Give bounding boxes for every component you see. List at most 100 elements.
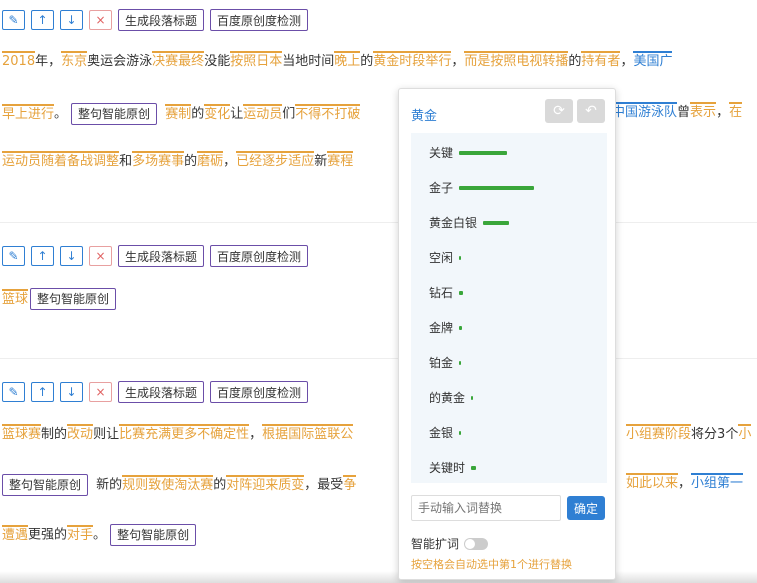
move-down-button[interactable]: ↓ [60, 246, 83, 266]
move-down-button[interactable]: ↓ [60, 382, 83, 402]
baidu-check-button[interactable]: 百度原创度检测 [210, 381, 309, 403]
word[interactable]: 而是 [464, 51, 491, 69]
word[interactable]: 比赛 [119, 424, 146, 442]
edit-button[interactable]: ✎ [2, 382, 25, 402]
word[interactable]: 表示 [690, 102, 717, 120]
word[interactable]: 多场 [132, 151, 159, 169]
word[interactable]: 逐步 [262, 151, 289, 169]
word[interactable]: 日本 [256, 51, 283, 69]
word[interactable]: 对手 [67, 524, 94, 543]
move-up-button[interactable]: ↑ [31, 246, 54, 266]
word[interactable]: 转播 [542, 51, 569, 69]
toggle-switch[interactable] [464, 537, 489, 550]
word[interactable]: 公 [340, 424, 354, 442]
word[interactable]: 篮球 [2, 288, 29, 307]
word[interactable]: 东京 [61, 51, 88, 69]
baidu-check-button[interactable]: 百度原创度检测 [210, 245, 309, 267]
word[interactable]: 美国广 [633, 51, 673, 69]
word[interactable]: 黄金 [373, 51, 400, 69]
word[interactable]: 赛程 [327, 151, 354, 169]
word[interactable]: 国际 [288, 424, 315, 442]
smart-original-button[interactable]: 整句智能原创 [110, 524, 197, 546]
move-up-button[interactable]: ↑ [31, 10, 54, 30]
synonym-item[interactable]: 黄金白银 [429, 214, 510, 231]
delete-button[interactable]: × [89, 382, 112, 402]
manual-replace-input[interactable] [411, 495, 561, 521]
word[interactable]: 调整 [93, 151, 120, 169]
word[interactable]: 按照 [230, 51, 257, 69]
word[interactable]: 规则 [122, 474, 149, 493]
move-up-button[interactable]: ↑ [31, 382, 54, 402]
word[interactable]: 早上 [2, 103, 29, 122]
word[interactable]: 篮联 [314, 424, 341, 442]
word[interactable]: 适应 [288, 151, 315, 169]
word[interactable]: 举行 [425, 51, 452, 69]
word[interactable]: 备战 [67, 151, 94, 169]
word[interactable]: 运动员 [2, 151, 42, 169]
word[interactable]: 争 [343, 474, 357, 493]
word[interactable]: 质变 [278, 474, 305, 493]
synonym-item[interactable]: 金子 [429, 179, 535, 196]
word[interactable]: 淘汰赛 [174, 474, 214, 493]
word[interactable]: 迎来 [252, 474, 279, 493]
word[interactable]: 运动员 [243, 103, 283, 122]
synonym-item[interactable]: 金银 [429, 424, 462, 441]
word[interactable]: 晚上 [334, 51, 361, 69]
word[interactable]: 赛制 [165, 103, 192, 122]
word[interactable]: 磨砺 [197, 151, 224, 169]
edit-button[interactable]: ✎ [2, 10, 25, 30]
word[interactable]: 改动 [67, 424, 94, 442]
word[interactable]: 电视 [516, 51, 543, 69]
word[interactable]: 最终 [178, 51, 205, 69]
word[interactable]: 赛事 [158, 151, 185, 169]
edit-button[interactable]: ✎ [2, 246, 25, 266]
word[interactable]: 进行 [28, 103, 55, 122]
word[interactable]: 对阵 [226, 474, 253, 493]
word[interactable]: 变化 [204, 103, 231, 122]
word[interactable]: 更多 [171, 424, 198, 442]
move-down-button[interactable]: ↓ [60, 10, 83, 30]
synonym-item[interactable]: 铂金 [429, 354, 462, 371]
word[interactable]: 小 [738, 424, 752, 442]
word[interactable]: 时段 [399, 51, 426, 69]
word[interactable]: 小组第一 [691, 473, 744, 491]
smart-original-button[interactable]: 整句智能原创 [30, 288, 117, 310]
word[interactable]: 随着 [41, 151, 68, 169]
word[interactable]: 决赛 [152, 51, 179, 69]
undo-button[interactable]: ↶ [577, 99, 605, 123]
word[interactable]: 游泳队 [638, 102, 678, 120]
generate-title-button[interactable]: 生成段落标题 [118, 381, 205, 403]
word[interactable]: 致使 [148, 474, 175, 493]
confirm-button[interactable]: 确定 [567, 496, 605, 520]
refresh-button[interactable]: ⟳ [545, 99, 573, 123]
word[interactable]: 在 [729, 102, 743, 120]
delete-button[interactable]: × [89, 10, 112, 30]
word[interactable]: 如此 [626, 473, 653, 491]
word[interactable]: 按照 [490, 51, 517, 69]
word[interactable]: 2018 [2, 51, 36, 69]
smart-expand-toggle[interactable]: 智能扩词 [411, 535, 489, 552]
synonym-item[interactable]: 关键时 [429, 459, 477, 476]
word[interactable]: 打破 [334, 103, 361, 122]
word[interactable]: 充满 [145, 424, 172, 442]
word[interactable]: 小组赛 [626, 424, 666, 442]
word[interactable]: 持有者 [581, 51, 621, 69]
word[interactable]: 根据 [262, 424, 289, 442]
synonym-item[interactable]: 关键 [429, 144, 508, 161]
word[interactable]: 已经 [236, 151, 263, 169]
smart-original-button[interactable]: 整句智能原创 [2, 474, 89, 496]
word[interactable]: 以来 [652, 473, 679, 491]
baidu-check-button[interactable]: 百度原创度检测 [210, 9, 309, 31]
synonym-item[interactable]: 空闲 [429, 249, 462, 266]
word[interactable]: 篮球赛 [2, 424, 42, 442]
word[interactable]: 遭遇 [2, 524, 29, 543]
synonym-item[interactable]: 钻石 [429, 284, 464, 301]
synonym-item[interactable]: 金牌 [429, 319, 463, 336]
word[interactable]: 不得不 [295, 103, 335, 122]
generate-title-button[interactable]: 生成段落标题 [118, 245, 205, 267]
synonym-item[interactable]: 的黄金 [429, 389, 474, 406]
smart-original-button[interactable]: 整句智能原创 [71, 103, 158, 125]
generate-title-button[interactable]: 生成段落标题 [118, 9, 205, 31]
delete-button[interactable]: × [89, 246, 112, 266]
word[interactable]: 阶段 [665, 424, 692, 442]
